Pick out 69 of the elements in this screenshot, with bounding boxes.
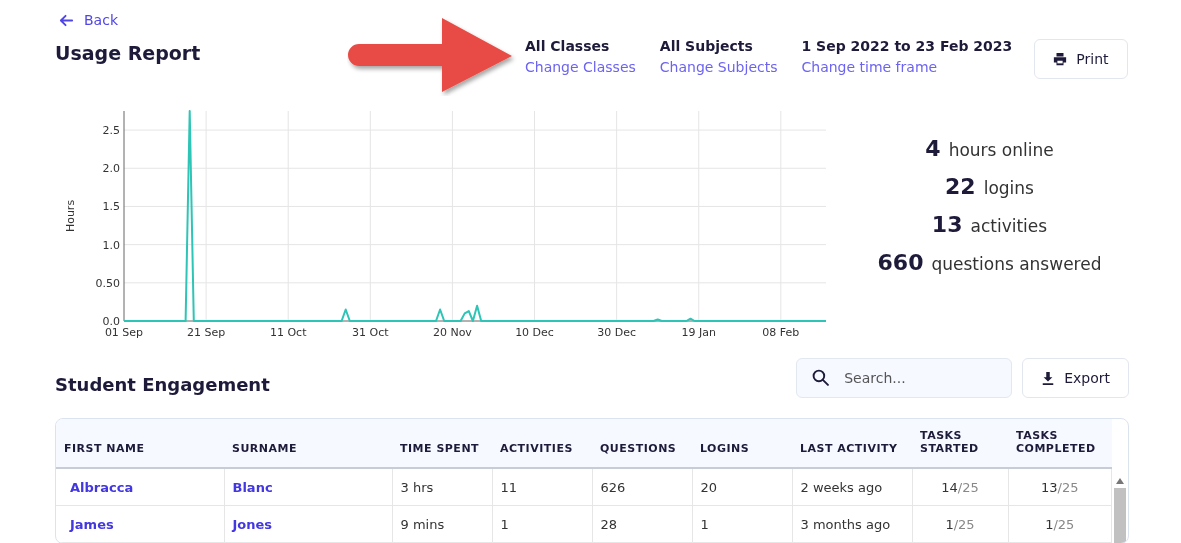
column-header: LOGINS — [692, 419, 792, 468]
column-header: QUESTIONS — [592, 419, 692, 468]
first-name-link[interactable]: Albracca — [70, 479, 134, 495]
column-header: SURNAME — [224, 419, 392, 468]
stat-label: hours online — [948, 140, 1054, 160]
y-tick-label: 1.5 — [102, 200, 120, 214]
back-link[interactable]: Back — [59, 12, 118, 28]
column-header: LAST ACTIVITY — [792, 419, 912, 468]
download-icon — [1041, 371, 1056, 385]
y-tick-label: 0.0 — [102, 315, 120, 328]
search-icon — [812, 369, 830, 386]
y-tick-label: 2.0 — [102, 162, 120, 176]
change-link[interactable]: Change time frame — [801, 59, 1013, 75]
x-tick-label: 30 Dec — [597, 326, 636, 339]
search-field[interactable]: Search... — [796, 358, 1013, 398]
surname-link[interactable]: Jones — [232, 516, 273, 532]
table-cell: 20 — [692, 468, 792, 506]
table-cell: 14/25 — [912, 468, 1008, 506]
y-tick-label: 2.5 — [102, 124, 120, 138]
x-tick-label: 01 Sep — [104, 326, 144, 339]
y-tick-label: 0.50 — [95, 276, 120, 290]
x-tick-label: 08 Feb — [762, 326, 800, 339]
stat-number: 4 — [925, 136, 941, 161]
table-cell: 3 months ago — [792, 505, 912, 543]
column-header: TASKS COMPLETED — [1008, 419, 1112, 468]
change-link[interactable]: Change Subjects — [659, 59, 778, 75]
y-axis-label: Hours — [64, 199, 77, 233]
table-cell: 11 — [492, 468, 592, 506]
filter-value: All Classes — [525, 38, 611, 54]
table-cell: 626 — [592, 468, 692, 506]
stat-number: 13 — [931, 212, 963, 237]
stat-label: activities — [970, 216, 1048, 236]
table-cell: 3 hrs — [392, 468, 492, 506]
stat-number: 660 — [877, 250, 924, 275]
section-title: Student Engagement — [55, 373, 271, 395]
x-tick-label: 31 Oct — [352, 326, 389, 339]
column-header: ACTIVITIES — [492, 419, 592, 468]
table-cell: 13/25 — [1008, 468, 1112, 506]
table-cell: 1 — [492, 505, 592, 543]
filter-value: All Subjects — [659, 38, 754, 54]
page-title: Usage Report — [55, 42, 202, 64]
table-cell: 1 — [692, 505, 792, 543]
filter-value: 1 Sep 2022 to 23 Feb 2023 — [801, 38, 1013, 54]
caret-up-icon — [1116, 478, 1124, 484]
table-cell: 2 weeks ago — [792, 468, 912, 506]
table-cell: 1/25 — [912, 505, 1008, 543]
surname-link[interactable]: Blanc — [232, 479, 273, 495]
x-tick-label: 10 Dec — [515, 326, 554, 339]
print-button[interactable]: Print — [1034, 39, 1128, 79]
table-cell: 28 — [592, 505, 692, 543]
column-header: TIME SPENT — [392, 419, 492, 468]
stat-label: questions answered — [931, 254, 1102, 274]
y-tick-label: 1.0 — [102, 238, 120, 252]
table-cell: 9 mins — [392, 505, 492, 543]
change-link[interactable]: Change Classes — [525, 59, 636, 75]
x-tick-label: 21 Sep — [187, 326, 226, 339]
x-tick-label: 20 Nov — [432, 326, 472, 339]
table-cell: 1/25 — [1008, 505, 1112, 543]
column-header: FIRST NAME — [56, 419, 224, 468]
export-button[interactable]: Export — [1022, 358, 1129, 398]
printer-icon — [1053, 52, 1068, 66]
x-tick-label: 11 Oct — [269, 326, 307, 339]
first-name-link[interactable]: James — [70, 516, 114, 532]
x-tick-label: 19 Jan — [681, 326, 716, 339]
scrollbar-thumb[interactable] — [1114, 488, 1126, 543]
column-header: TASKS STARTED — [912, 419, 1008, 468]
arrow-left-icon — [59, 12, 74, 28]
stat-number: 22 — [945, 174, 976, 199]
stat-label: logins — [983, 178, 1034, 198]
